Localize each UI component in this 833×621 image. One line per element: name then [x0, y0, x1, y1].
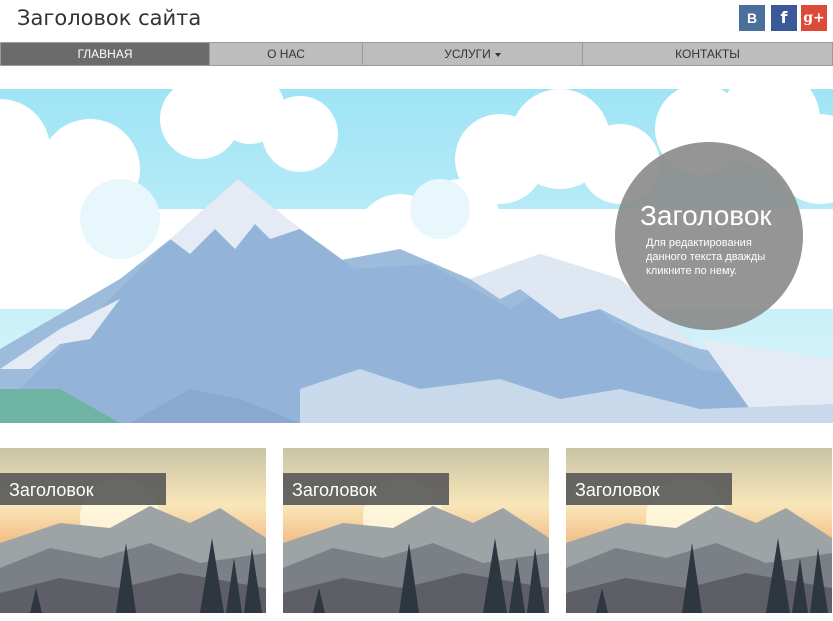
- main-navigation: ГЛАВНАЯ О НАС УСЛУГИ КОНТАКТЫ: [0, 42, 833, 66]
- hero-banner: Заголовок Для редактирования данного тек…: [0, 89, 833, 423]
- nav-item-contacts[interactable]: КОНТАКТЫ: [583, 43, 832, 65]
- nav-item-about-label: О НАС: [267, 47, 305, 61]
- feature-card-1[interactable]: Заголовок: [0, 448, 266, 613]
- card-label: Заголовок: [283, 473, 449, 505]
- nav-item-services-label: УСЛУГИ: [444, 47, 491, 61]
- nav-item-services[interactable]: УСЛУГИ: [363, 43, 583, 65]
- caret-down-icon: [494, 52, 501, 57]
- site-header: Заголовок сайта В f g+: [0, 0, 833, 42]
- hero-text[interactable]: Для редактирования данного текста дважды…: [646, 236, 778, 278]
- vk-icon[interactable]: В: [739, 5, 765, 31]
- card-label: Заголовок: [566, 473, 732, 505]
- nav-item-home-label: ГЛАВНАЯ: [77, 47, 133, 61]
- nav-item-contacts-label: КОНТАКТЫ: [675, 47, 740, 61]
- feature-card-3[interactable]: Заголовок: [566, 448, 832, 613]
- google-plus-icon[interactable]: g+: [801, 5, 827, 31]
- nav-item-about[interactable]: О НАС: [210, 43, 363, 65]
- feature-card-2[interactable]: Заголовок: [283, 448, 549, 613]
- hero-heading[interactable]: Заголовок: [640, 200, 772, 232]
- nav-item-home[interactable]: ГЛАВНАЯ: [1, 43, 210, 65]
- card-label: Заголовок: [0, 473, 166, 505]
- facebook-icon[interactable]: f: [771, 5, 797, 31]
- site-title[interactable]: Заголовок сайта: [17, 6, 201, 30]
